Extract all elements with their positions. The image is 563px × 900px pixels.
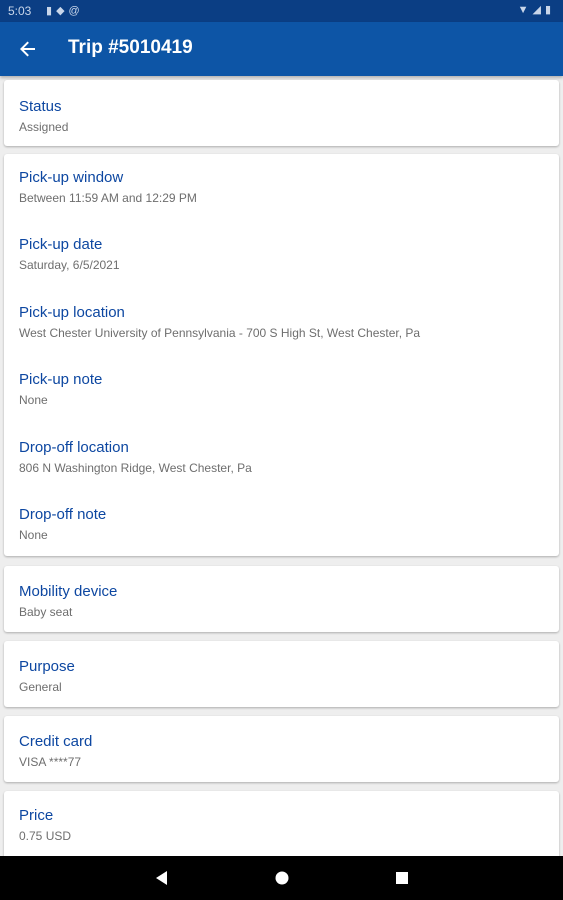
status-time: 5:03	[8, 4, 32, 18]
status-card: Status Assigned	[4, 80, 559, 146]
pickup-location-field: Pick-up location West Chester University…	[19, 304, 420, 341]
price-value: 0.75 USD	[19, 829, 72, 843]
shield-icon: ◆	[56, 5, 69, 17]
price-card: Price 0.75 USD	[4, 791, 559, 856]
wifi-icon: ▼	[517, 4, 533, 16]
mobility-field: Mobility device Baby seat	[19, 583, 117, 620]
pickup-location-label: Pick-up location	[19, 304, 125, 321]
credit-card-field: Credit card VISA ****77	[19, 733, 92, 770]
status-right-icons: ▼◢▮	[518, 3, 555, 16]
nav-recents-button[interactable]	[391, 868, 413, 888]
dropoff-note-label: Drop-off note	[19, 506, 107, 523]
status-field: Status Assigned	[19, 98, 68, 135]
at-icon: @	[68, 5, 84, 17]
battery-icon: ▮	[544, 4, 555, 16]
mobility-label: Mobility device	[19, 583, 118, 600]
status-value: Assigned	[19, 120, 69, 134]
nav-home-button[interactable]	[271, 868, 293, 888]
arrow-left-icon	[20, 41, 35, 57]
mobility-value: Baby seat	[19, 605, 73, 619]
pickup-date-value: Saturday, 6/5/2021	[19, 258, 120, 272]
trip-locations-card: Pick-up window Between 11:59 AM and 12:2…	[4, 154, 559, 556]
status-bar: 5:03 ▮◆@ ▼◢▮	[0, 0, 563, 22]
credit-card-label: Credit card	[19, 733, 93, 750]
purpose-value: General	[19, 680, 62, 694]
dropoff-note-field: Drop-off note None	[19, 506, 106, 543]
purpose-card: Purpose General	[4, 641, 559, 707]
signal-icon: ◢	[532, 4, 545, 16]
dropoff-note-value: None	[19, 528, 48, 542]
back-triangle-icon	[156, 871, 167, 885]
pickup-note-field: Pick-up note None	[19, 371, 102, 408]
trip-details[interactable]: Status Assigned Pick-up window Between 1…	[0, 76, 563, 856]
credit-card-value: VISA ****77	[19, 755, 82, 769]
pickup-location-value: West Chester University of Pennsylvania …	[19, 326, 421, 340]
price-label: Price	[19, 807, 54, 824]
status-left-icons: ▮◆@	[46, 4, 84, 17]
page-title: Trip #5010419	[68, 37, 193, 58]
pickup-date-field: Pick-up date Saturday, 6/5/2021	[19, 236, 120, 273]
pickup-note-label: Pick-up note	[19, 371, 103, 388]
app-bar: Trip #5010419	[0, 22, 563, 76]
dropoff-location-value: 806 N Washington Ridge, West Chester, Pa	[19, 461, 252, 475]
pickup-window-field: Pick-up window Between 11:59 AM and 12:2…	[19, 169, 197, 206]
dropoff-location-field: Drop-off location 806 N Washington Ridge…	[19, 439, 252, 476]
back-button[interactable]	[14, 35, 42, 63]
mobility-card: Mobility device Baby seat	[4, 566, 559, 632]
pickup-note-value: None	[19, 393, 48, 407]
pickup-window-label: Pick-up window	[19, 169, 124, 186]
home-circle-icon	[275, 871, 289, 885]
purpose-label: Purpose	[19, 658, 75, 675]
purpose-field: Purpose General	[19, 658, 75, 695]
dropoff-location-label: Drop-off location	[19, 439, 129, 456]
pickup-date-label: Pick-up date	[19, 236, 103, 253]
price-field: Price 0.75 USD	[19, 807, 71, 844]
sd-card-icon: ▮	[46, 5, 57, 17]
nav-back-button[interactable]	[151, 868, 173, 888]
recents-square-icon	[396, 872, 408, 884]
credit-card-card: Credit card VISA ****77	[4, 716, 559, 782]
status-label: Status	[19, 98, 62, 115]
pickup-window-value: Between 11:59 AM and 12:29 PM	[19, 191, 197, 205]
system-nav-bar	[0, 856, 563, 900]
